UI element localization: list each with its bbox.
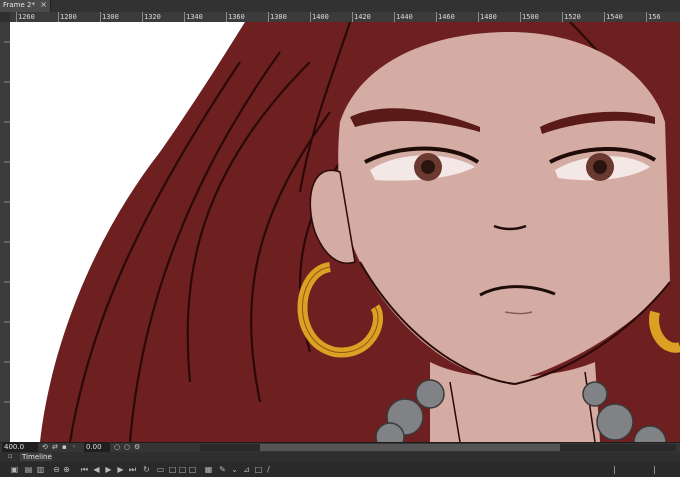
rotate-right-icon[interactable]: ○ bbox=[124, 443, 130, 451]
artwork-illustration bbox=[40, 22, 680, 442]
ruler-label: 1300 bbox=[102, 13, 119, 21]
tab-frame-2[interactable]: Frame 2* × bbox=[0, 0, 51, 12]
close-icon[interactable]: × bbox=[40, 0, 47, 9]
flip-icon[interactable]: ⇄ bbox=[52, 443, 58, 451]
ruler-label: 1340 bbox=[186, 13, 203, 21]
ruler-label: 1360 bbox=[228, 13, 245, 21]
frame-icon[interactable]: ▤ bbox=[24, 465, 33, 474]
ruler-tick bbox=[142, 12, 143, 22]
brush-icon[interactable]: ✎ bbox=[218, 465, 227, 474]
ruler-tick bbox=[100, 12, 101, 22]
ruler-label: 156 bbox=[648, 13, 661, 21]
timeline-toolbar: ▣ ▤ ▥ ⊖ ⊕ ⏮ ◀ ▶ ▶ ⏭ ↻ ▭ □ □ □ ▦ ✎ ⌄ ⊿ □ … bbox=[0, 462, 680, 477]
rotate-left-icon[interactable]: ○ bbox=[114, 443, 120, 451]
horizontal-scrollbar[interactable] bbox=[200, 444, 676, 451]
rotate-icon[interactable]: ⟲ bbox=[42, 443, 48, 451]
frame-list-icon[interactable]: ▥ bbox=[36, 465, 45, 474]
scrollbar-thumb[interactable] bbox=[260, 444, 560, 451]
ruler-tick bbox=[394, 12, 395, 22]
first-frame-icon[interactable]: ⏮ bbox=[80, 465, 89, 474]
play-icon[interactable]: ▶ bbox=[104, 465, 113, 474]
ruler-tick bbox=[646, 12, 647, 22]
pen-icon[interactable]: / bbox=[264, 465, 273, 474]
ruler-tick bbox=[520, 12, 521, 22]
ruler-tick bbox=[310, 12, 311, 22]
ruler-tick bbox=[16, 12, 17, 22]
ruler-label: 1400 bbox=[312, 13, 329, 21]
ruler-tick bbox=[268, 12, 269, 22]
ruler-label: 1480 bbox=[480, 13, 497, 21]
settings-icon[interactable]: ▦ bbox=[204, 465, 213, 474]
panel-menu-icon[interactable]: | bbox=[650, 465, 659, 474]
ruler-tick bbox=[58, 12, 59, 22]
ruler-tick bbox=[562, 12, 563, 22]
ruler-label: 1540 bbox=[606, 13, 623, 21]
tab-title: Frame 2* bbox=[3, 1, 35, 9]
square-icon[interactable]: □ bbox=[254, 465, 263, 474]
ruler-label: 1420 bbox=[354, 13, 371, 21]
timeline-panel-header: ▫ Timeline bbox=[0, 452, 680, 462]
ruler-label: 1320 bbox=[144, 13, 161, 21]
ruler-label: 1280 bbox=[60, 13, 77, 21]
drawing-canvas[interactable] bbox=[10, 22, 680, 442]
next-frame-icon[interactable]: ▶ bbox=[116, 465, 125, 474]
prev-frame-icon[interactable]: ◀ bbox=[92, 465, 101, 474]
loop-icon[interactable]: ↻ bbox=[142, 465, 151, 474]
rotation-field[interactable]: 0.00 bbox=[84, 443, 110, 452]
last-frame-icon[interactable]: ⏭ bbox=[128, 465, 137, 474]
ruler-label: 1440 bbox=[396, 13, 413, 21]
ruler-corner bbox=[0, 12, 10, 22]
ruler-tick bbox=[436, 12, 437, 22]
ruler-label: 1260 bbox=[18, 13, 35, 21]
zoom-in-icon[interactable]: ⊕ bbox=[62, 465, 71, 474]
add-keyframe-icon[interactable]: ▭ bbox=[156, 465, 165, 474]
ruler-tick bbox=[478, 12, 479, 22]
ruler-tick bbox=[184, 12, 185, 22]
paste-icon[interactable]: □ bbox=[178, 465, 187, 474]
ruler-label: 1500 bbox=[522, 13, 539, 21]
delete-icon[interactable]: □ bbox=[188, 465, 197, 474]
lock-icon[interactable]: ▪ bbox=[62, 443, 67, 451]
gear-icon[interactable]: ⚙ bbox=[134, 443, 140, 451]
ruler-label: 1520 bbox=[564, 13, 581, 21]
collapse-icon[interactable]: ▫ bbox=[8, 452, 13, 460]
vertical-ruler-ticks bbox=[4, 41, 10, 403]
dropper-icon[interactable]: ⊿ bbox=[242, 465, 251, 474]
ruler-tick bbox=[352, 12, 353, 22]
ruler-tick bbox=[226, 12, 227, 22]
onion-skin-icon[interactable]: ▣ bbox=[10, 465, 19, 474]
separator-icon: | bbox=[613, 465, 616, 474]
copy-icon[interactable]: □ bbox=[168, 465, 177, 474]
tab-timeline[interactable]: Timeline bbox=[20, 453, 52, 461]
zoom-field[interactable]: 400.0 bbox=[2, 443, 38, 452]
ruler-label: 1460 bbox=[438, 13, 455, 21]
brush-settings-icon[interactable]: ⌄ bbox=[230, 465, 239, 474]
reset-icon[interactable]: ◦ bbox=[72, 443, 76, 451]
ruler-label: 1380 bbox=[270, 13, 287, 21]
ruler-tick bbox=[604, 12, 605, 22]
zoom-out-icon[interactable]: ⊖ bbox=[52, 465, 61, 474]
